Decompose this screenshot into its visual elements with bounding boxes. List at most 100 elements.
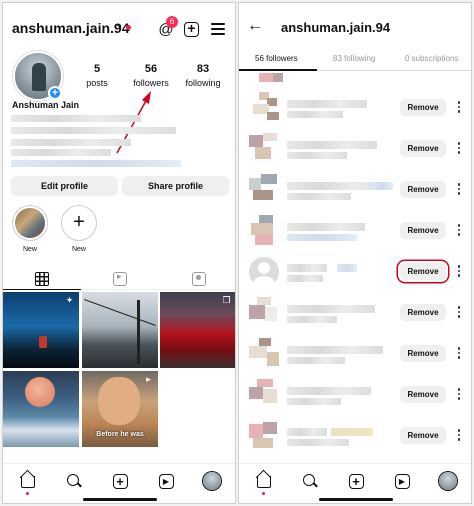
avatar [249, 215, 279, 247]
profile-tabs [3, 268, 235, 290]
new-highlight[interactable]: + New [60, 205, 98, 253]
more-options-icon[interactable] [457, 101, 461, 115]
follower-username [287, 100, 367, 108]
bio-line [11, 115, 141, 122]
remove-button[interactable]: Remove [400, 263, 446, 280]
share-profile-button[interactable]: Share profile [122, 176, 229, 196]
highlight-label: New [22, 246, 37, 253]
follower-row[interactable]: Remove [239, 294, 471, 334]
home-indicator [83, 498, 157, 501]
notification-dot [26, 492, 29, 495]
tab-indicator [3, 289, 81, 290]
pin-icon: ✦ [65, 295, 74, 305]
profile-icon[interactable] [439, 472, 457, 490]
profile-icon[interactable] [203, 472, 221, 490]
post-thumbnail[interactable]: ❐ [160, 292, 235, 368]
more-options-icon[interactable] [457, 265, 461, 279]
post-thumbnail[interactable]: ✦ [3, 292, 79, 368]
search-icon[interactable] [65, 472, 83, 490]
follower-row[interactable]: Remove [239, 253, 471, 293]
edit-profile-button[interactable]: Edit profile [11, 176, 118, 196]
carousel-icon: ❐ [222, 295, 231, 305]
more-options-icon[interactable] [457, 224, 461, 238]
remove-button[interactable]: Remove [400, 99, 446, 116]
default-avatar-icon [249, 257, 279, 287]
remove-button[interactable]: Remove [400, 427, 446, 444]
tab-indicator [239, 69, 317, 71]
reels-icon[interactable] [113, 271, 127, 286]
post-thumbnail[interactable]: ▸ Before he was [82, 371, 158, 447]
avatar [249, 92, 279, 124]
highlight-cover [12, 205, 48, 241]
avatar [249, 420, 279, 452]
bio-line [11, 149, 111, 156]
reels-icon[interactable]: ▶ [393, 472, 411, 490]
more-options-icon[interactable] [457, 347, 461, 361]
follower-username [337, 264, 357, 272]
follower-username [287, 223, 365, 231]
plus-icon: + [61, 205, 97, 241]
follower-username [287, 305, 375, 313]
follower-name [287, 316, 337, 323]
more-options-icon[interactable] [457, 306, 461, 320]
follower-username [287, 387, 371, 395]
post-thumbnail[interactable] [3, 371, 79, 447]
followers-screen: ← anshuman.jain.94 56 followers 83 follo… [238, 2, 472, 504]
tab-subscriptions[interactable]: 0 subscriptions [405, 54, 458, 63]
follower-row[interactable]: Remove [239, 130, 471, 170]
more-options-icon[interactable] [457, 183, 461, 197]
follower-username [287, 264, 327, 272]
add-icon[interactable]: + [347, 472, 365, 490]
follower-name [287, 275, 323, 282]
follow-tabs: 56 followers 83 following 0 subscription… [239, 49, 471, 71]
home-icon[interactable] [255, 472, 273, 490]
remove-button[interactable]: Remove [400, 181, 446, 198]
avatar [249, 379, 279, 411]
avatar [249, 133, 279, 165]
avatar [249, 297, 279, 329]
follower-username [331, 428, 373, 436]
follower-name [287, 193, 351, 200]
post-thumbnail[interactable] [82, 292, 158, 368]
add-icon[interactable]: + [111, 472, 129, 490]
reels-icon[interactable]: ▶ [157, 472, 175, 490]
remove-button[interactable]: Remove [400, 345, 446, 362]
grid-icon[interactable] [35, 272, 49, 286]
follower-name [287, 357, 345, 364]
avatar [259, 73, 289, 82]
tab-followers[interactable]: 56 followers [255, 54, 298, 63]
follower-row[interactable]: Remove [239, 335, 471, 375]
home-icon[interactable] [19, 472, 37, 490]
more-options-icon[interactable] [457, 388, 461, 402]
follower-row[interactable]: Remove [239, 417, 471, 457]
bio-line [11, 127, 176, 134]
follower-username [287, 428, 327, 436]
remove-button[interactable]: Remove [400, 222, 446, 239]
back-arrow-icon[interactable]: ← [247, 17, 263, 35]
remove-button[interactable]: Remove [400, 386, 446, 403]
bio-link[interactable] [11, 160, 181, 167]
story-highlight[interactable]: New [11, 205, 49, 253]
follower-row[interactable]: Remove [239, 171, 471, 211]
follower-name [287, 398, 341, 405]
remove-button[interactable]: Remove [400, 140, 446, 157]
more-options-icon[interactable] [457, 429, 461, 443]
notification-dot [262, 492, 265, 495]
reels-icon: ▸ [146, 374, 151, 384]
follower-username [371, 182, 393, 190]
follower-row[interactable]: Remove [239, 376, 471, 416]
follower-name [287, 152, 347, 159]
follower-row[interactable]: Remove [239, 212, 471, 252]
post-caption: Before he was [96, 431, 144, 438]
follower-username [287, 141, 377, 149]
bottom-nav: + ▶ [3, 463, 235, 503]
more-options-icon[interactable] [457, 142, 461, 156]
profile-full-name: Anshuman Jain [12, 100, 80, 110]
tab-following[interactable]: 83 following [333, 54, 375, 63]
remove-button[interactable]: Remove [400, 304, 446, 321]
tagged-icon[interactable] [192, 272, 206, 286]
search-icon[interactable] [301, 472, 319, 490]
follower-row[interactable]: Remove [239, 89, 471, 129]
follower-name [287, 439, 349, 446]
bottom-nav: + ▶ [239, 463, 471, 503]
